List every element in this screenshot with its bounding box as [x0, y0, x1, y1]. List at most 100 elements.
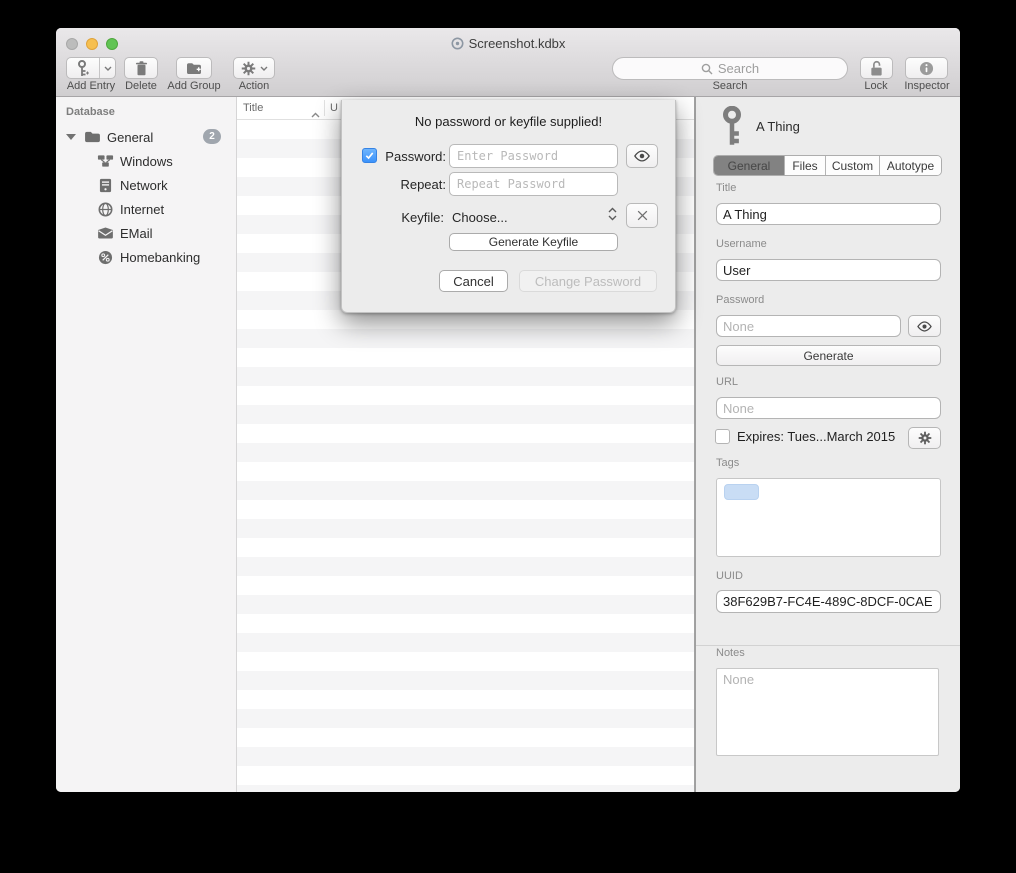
- title-field-label: Title: [716, 182, 736, 194]
- sheet-password-label: Password:: [380, 149, 446, 164]
- add-entry-dropdown[interactable]: [99, 58, 115, 78]
- key-plus-icon: [67, 58, 99, 78]
- column-divider[interactable]: [324, 100, 325, 116]
- tags-field-label: Tags: [716, 457, 739, 469]
- expires-label: Expires: Tues...March 2015: [737, 429, 895, 444]
- inspector-panel: A Thing General Files Custom Autotype Ti…: [695, 97, 960, 792]
- windows-icon: [96, 154, 114, 168]
- inspector-tabs: General Files Custom Autotype: [713, 155, 942, 176]
- inspector-divider: [696, 645, 960, 646]
- lock-icon: [869, 60, 884, 77]
- cancel-button[interactable]: Cancel: [439, 270, 508, 292]
- add-group-label: Add Group: [164, 80, 224, 92]
- sidebar-item-email[interactable]: EMail: [56, 221, 236, 245]
- percent-icon: [96, 250, 114, 265]
- title-field[interactable]: [716, 203, 941, 225]
- password-enabled-checkbox[interactable]: [362, 148, 377, 163]
- tab-autotype[interactable]: Autotype: [880, 156, 941, 175]
- add-group-button[interactable]: [176, 57, 212, 79]
- action-button[interactable]: [233, 57, 275, 79]
- password-field-label: Password: [716, 294, 764, 306]
- change-password-sheet: No password or keyfile supplied! Passwor…: [341, 100, 676, 313]
- sidebar-item-label: EMail: [120, 226, 153, 241]
- group-sidebar: Database General 2 Windows Network: [56, 97, 237, 792]
- uuid-field-label: UUID: [716, 570, 743, 582]
- entry-count-badge: 2: [203, 129, 221, 144]
- chevron-down-icon: [104, 66, 112, 71]
- tab-general[interactable]: General: [714, 156, 785, 175]
- notes-field-label: Notes: [716, 647, 745, 659]
- keyfile-popup[interactable]: Choose...: [452, 210, 508, 225]
- lock-button[interactable]: [860, 57, 893, 79]
- delete-label: Delete: [120, 80, 162, 92]
- chevron-down-icon: [260, 66, 268, 71]
- app-window: Screenshot.kdbx Add Entry Delete: [56, 28, 960, 792]
- globe-icon: [96, 202, 114, 217]
- sidebar-item-network[interactable]: Network: [56, 173, 236, 197]
- folder-icon: [83, 131, 101, 144]
- trash-icon: [135, 61, 148, 76]
- sidebar-item-label: Windows: [120, 154, 173, 169]
- sheet-reveal-password-button[interactable]: [626, 144, 658, 168]
- uuid-field[interactable]: [716, 590, 941, 613]
- notes-field[interactable]: [716, 668, 939, 756]
- stepper-icon[interactable]: [607, 206, 618, 227]
- inspector-button[interactable]: [905, 57, 948, 79]
- sheet-password-input[interactable]: [449, 144, 618, 168]
- search-input[interactable]: Search: [612, 57, 848, 80]
- sidebar-section-header: Database: [66, 106, 115, 118]
- search-icon: [701, 63, 713, 75]
- check-icon: [364, 150, 375, 161]
- sidebar-item-windows[interactable]: Windows: [56, 149, 236, 173]
- url-field[interactable]: [716, 397, 941, 419]
- server-icon: [96, 178, 114, 193]
- sidebar-item-label: General: [107, 130, 153, 145]
- change-password-button[interactable]: Change Password: [519, 270, 657, 292]
- document-icon: [451, 37, 464, 50]
- tag-pill[interactable]: [724, 484, 759, 500]
- inspector-label: Inspector: [896, 80, 958, 92]
- search-label: Search: [700, 80, 760, 92]
- sheet-keyfile-label: Keyfile:: [380, 210, 444, 225]
- sidebar-item-homebanking[interactable]: Homebanking: [56, 245, 236, 269]
- sheet-message: No password or keyfile supplied!: [342, 114, 675, 129]
- generate-keyfile-button[interactable]: Generate Keyfile: [449, 233, 618, 251]
- tab-custom[interactable]: Custom: [826, 156, 880, 175]
- tags-field[interactable]: [716, 478, 941, 557]
- sidebar-item-label: Network: [120, 178, 168, 193]
- tab-files[interactable]: Files: [785, 156, 826, 175]
- gear-icon: [241, 61, 256, 76]
- sheet-repeat-label: Repeat:: [380, 177, 446, 192]
- column-header-title[interactable]: Title: [243, 97, 263, 120]
- eye-icon: [916, 321, 933, 332]
- search-placeholder: Search: [718, 61, 759, 76]
- url-field-label: URL: [716, 376, 738, 388]
- add-entry-label: Add Entry: [60, 80, 122, 92]
- action-label: Action: [230, 80, 278, 92]
- expires-checkbox[interactable]: [715, 429, 730, 444]
- sidebar-item-label: Homebanking: [120, 250, 200, 265]
- password-field[interactable]: [716, 315, 901, 337]
- window-title: Screenshot.kdbx: [56, 35, 960, 52]
- clear-keyfile-button[interactable]: [626, 203, 658, 228]
- add-entry-button[interactable]: [66, 57, 116, 79]
- close-icon: [636, 209, 649, 222]
- envelope-icon: [96, 227, 114, 239]
- sidebar-item-label: Internet: [120, 202, 164, 217]
- eye-icon: [633, 150, 651, 162]
- username-field-label: Username: [716, 238, 767, 250]
- titlebar-toolbar: Screenshot.kdbx Add Entry Delete: [56, 28, 960, 97]
- reveal-password-button[interactable]: [908, 315, 941, 337]
- expires-settings-button[interactable]: [908, 427, 941, 449]
- generate-password-button[interactable]: Generate: [716, 345, 941, 366]
- username-field[interactable]: [716, 259, 941, 281]
- sidebar-item-general[interactable]: General 2: [56, 125, 236, 149]
- key-icon: [719, 106, 745, 151]
- sidebar-item-internet[interactable]: Internet: [56, 197, 236, 221]
- folder-plus-icon: [186, 62, 202, 75]
- sheet-repeat-input[interactable]: [449, 172, 618, 196]
- column-header-username[interactable]: U: [330, 97, 338, 120]
- entry-title: A Thing: [756, 119, 800, 134]
- disclosure-triangle-icon[interactable]: [66, 134, 76, 140]
- delete-button[interactable]: [124, 57, 158, 79]
